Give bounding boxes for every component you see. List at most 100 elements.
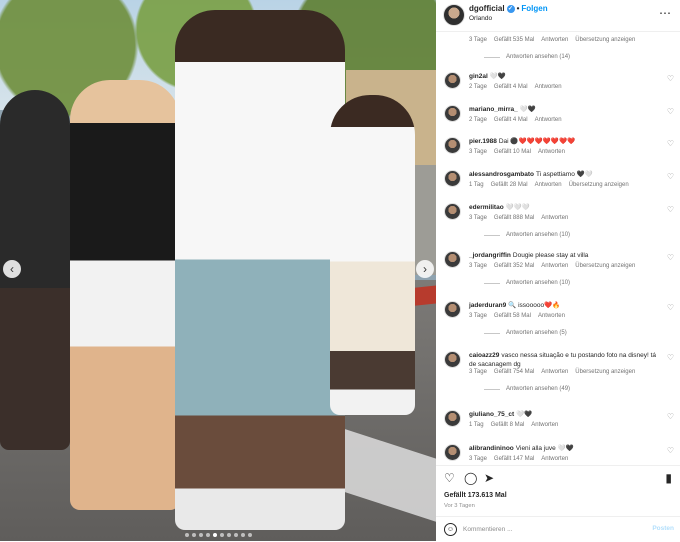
post-comment-button[interactable]: Posten bbox=[652, 525, 674, 532]
avatar[interactable] bbox=[443, 4, 465, 26]
comment-likes[interactable]: Gefällt 58 Mal bbox=[494, 313, 531, 319]
translate-button[interactable]: Übersetzung anzeigen bbox=[569, 182, 629, 188]
carousel-dot[interactable] bbox=[191, 533, 196, 537]
reply-button[interactable]: Antworten bbox=[535, 117, 562, 123]
heart-icon[interactable]: ♡ bbox=[444, 471, 455, 485]
like-comment-icon[interactable]: ♡ bbox=[667, 303, 674, 312]
reply-button[interactable]: Antworten bbox=[535, 84, 562, 90]
share-icon[interactable]: ➤ bbox=[484, 471, 494, 485]
comment-body: Dai ⚫❤️❤️❤️❤️❤️❤️❤️ bbox=[498, 138, 576, 145]
follow-button[interactable]: Folgen bbox=[521, 4, 547, 13]
post-location[interactable]: Orlando bbox=[469, 15, 492, 22]
comment-meta: 2 Tage Gefällt 4 Mal Antworten bbox=[469, 84, 562, 90]
comment-username[interactable]: gin2al bbox=[469, 73, 488, 80]
comment-body: Ti aspettiamo 🖤🤍 bbox=[536, 171, 593, 178]
view-replies-button[interactable]: Antworten ansehen (5) bbox=[484, 330, 567, 336]
view-replies-label: Antworten ansehen (14) bbox=[506, 54, 571, 60]
reply-button[interactable]: Antworten bbox=[541, 263, 568, 269]
like-comment-icon[interactable]: ♡ bbox=[667, 172, 674, 181]
comment-text: jaderduran9 🔍 issooooo❤️🔥 bbox=[469, 301, 659, 310]
carousel-dot[interactable] bbox=[184, 533, 189, 537]
carousel-dot[interactable] bbox=[205, 533, 210, 537]
comment-username[interactable]: caioazz29 bbox=[469, 352, 499, 359]
likes-count[interactable]: Gefällt 173.613 Mal bbox=[444, 492, 507, 499]
reply-button[interactable]: Antworten bbox=[535, 182, 562, 188]
avatar[interactable] bbox=[444, 251, 461, 268]
avatar[interactable] bbox=[444, 410, 461, 427]
avatar[interactable] bbox=[444, 301, 461, 318]
comment-likes[interactable]: Gefällt 147 Mal bbox=[494, 456, 534, 462]
reply-button[interactable]: Antworten bbox=[541, 456, 568, 462]
comment-text: pier.1988 Dai ⚫❤️❤️❤️❤️❤️❤️❤️ bbox=[469, 137, 659, 146]
avatar[interactable] bbox=[444, 72, 461, 89]
comment-likes[interactable]: Gefällt 10 Mal bbox=[494, 149, 531, 155]
avatar[interactable] bbox=[444, 203, 461, 220]
comment-username[interactable]: mariano_mirra_ bbox=[469, 106, 518, 113]
avatar[interactable] bbox=[444, 137, 461, 154]
avatar[interactable] bbox=[444, 105, 461, 122]
comment-time: 3 Tage bbox=[469, 313, 487, 319]
chevron-right-icon[interactable]: › bbox=[416, 260, 434, 278]
comment-time: 1 Tag bbox=[469, 182, 484, 188]
reply-button[interactable]: Antworten bbox=[541, 37, 568, 43]
view-replies-button[interactable]: Antworten ansehen (10) bbox=[484, 280, 570, 286]
avatar[interactable] bbox=[444, 444, 461, 461]
view-replies-button[interactable]: Antworten ansehen (49) bbox=[484, 386, 570, 392]
comment-username[interactable]: alibrandininoo bbox=[469, 445, 514, 452]
view-replies-button[interactable]: Antworten ansehen (14) bbox=[484, 54, 570, 60]
like-comment-icon[interactable]: ♡ bbox=[667, 412, 674, 421]
comment-likes[interactable]: Gefällt 352 Mal bbox=[494, 263, 534, 269]
reply-button[interactable]: Antworten bbox=[538, 313, 565, 319]
like-comment-icon[interactable]: ♡ bbox=[667, 353, 674, 362]
comment-meta: 3 Tage Gefällt 352 Mal Antworten Übersetzun… bbox=[469, 263, 635, 269]
comment-username[interactable]: alessandrosgambato bbox=[469, 171, 534, 178]
comment-input[interactable] bbox=[463, 523, 633, 535]
comment-text: _jordangriffin Dougie please stay at vill… bbox=[469, 251, 659, 260]
comment-username[interactable]: pier.1988 bbox=[469, 138, 497, 145]
like-comment-icon[interactable]: ♡ bbox=[667, 139, 674, 148]
comment-likes[interactable]: Gefällt 28 Mal bbox=[491, 182, 528, 188]
carousel-dot[interactable] bbox=[212, 533, 217, 537]
comment-username[interactable]: edermilitao bbox=[469, 204, 504, 211]
view-replies-button[interactable]: Antworten ansehen (10) bbox=[484, 232, 570, 238]
avatar[interactable] bbox=[444, 351, 461, 368]
comment-likes[interactable]: Gefällt 4 Mal bbox=[494, 84, 528, 90]
replies-divider bbox=[484, 332, 500, 334]
reply-button[interactable]: Antworten bbox=[541, 369, 568, 375]
comment-username[interactable]: _jordangriffin bbox=[469, 252, 511, 259]
comment-username[interactable]: giuliano_75_ct bbox=[469, 411, 514, 418]
like-comment-icon[interactable]: ♡ bbox=[667, 107, 674, 116]
chevron-left-icon[interactable]: ‹ bbox=[3, 260, 21, 278]
translate-button[interactable]: Übersetzung anzeigen bbox=[575, 369, 635, 375]
like-comment-icon[interactable]: ♡ bbox=[667, 205, 674, 214]
carousel-dot[interactable] bbox=[233, 533, 238, 537]
like-comment-icon[interactable]: ♡ bbox=[667, 253, 674, 262]
author-username[interactable]: dgofficial bbox=[469, 4, 505, 13]
translate-button[interactable]: Übersetzung anzeigen bbox=[575, 37, 635, 43]
verified-icon: ✓ bbox=[506, 4, 515, 13]
carousel-dot[interactable] bbox=[240, 533, 245, 537]
reply-button[interactable]: Antworten bbox=[541, 215, 568, 221]
comment-time: 3 Tage bbox=[469, 215, 487, 221]
comment-username[interactable]: jaderduran9 bbox=[469, 302, 506, 309]
like-comment-icon[interactable]: ♡ bbox=[667, 446, 674, 455]
like-comment-icon[interactable]: ♡ bbox=[667, 74, 674, 83]
carousel-dot[interactable] bbox=[198, 533, 203, 537]
carousel-dot[interactable] bbox=[226, 533, 231, 537]
more-options-icon[interactable]: ⋯ bbox=[659, 6, 672, 20]
avatar[interactable] bbox=[444, 170, 461, 187]
comment-likes[interactable]: Gefällt 888 Mal bbox=[494, 215, 534, 221]
comment-likes[interactable]: Gefällt 535 Mal bbox=[494, 37, 534, 43]
comment-likes[interactable]: Gefällt 754 Mal bbox=[494, 369, 534, 375]
carousel-dot[interactable] bbox=[247, 533, 252, 537]
comment-likes[interactable]: Gefällt 8 Mal bbox=[491, 422, 525, 428]
reply-button[interactable]: Antworten bbox=[538, 149, 565, 155]
reply-button[interactable]: Antworten bbox=[531, 422, 558, 428]
comment-icon[interactable]: ◯ bbox=[464, 471, 477, 485]
emoji-icon[interactable]: ☺ bbox=[444, 523, 457, 536]
translate-button[interactable]: Übersetzung anzeigen bbox=[575, 263, 635, 269]
carousel-dot[interactable] bbox=[219, 533, 224, 537]
comment-likes[interactable]: Gefällt 4 Mal bbox=[494, 117, 528, 123]
post-photo[interactable]: ‹ › bbox=[0, 0, 436, 541]
bookmark-icon[interactable]: ▮ bbox=[665, 471, 672, 485]
